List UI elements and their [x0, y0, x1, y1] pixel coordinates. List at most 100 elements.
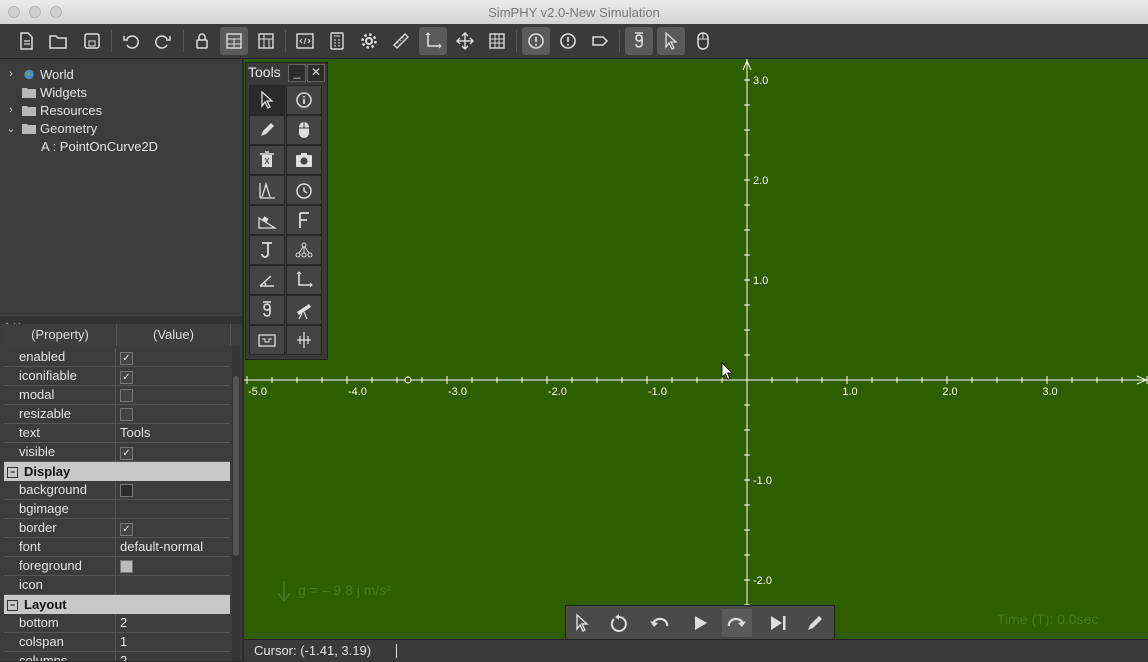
info-warning-icon[interactable]: [522, 27, 550, 55]
collapse-minus-icon[interactable]: −: [7, 600, 18, 612]
property-table: (Property) (Value) enabled ✓ iconifiable ✓…: [0, 324, 242, 661]
mouse-tool-icon[interactable]: [286, 115, 322, 145]
grid-layout-icon[interactable]: [220, 27, 248, 55]
ruler-icon[interactable]: [387, 27, 415, 55]
minimize-panel-button[interactable]: _: [288, 64, 306, 82]
redo-step-icon[interactable]: [722, 609, 752, 637]
camera-tool-icon[interactable]: [286, 145, 322, 175]
redo-icon[interactable]: [149, 27, 177, 55]
close-panel-button[interactable]: ✕: [307, 64, 325, 82]
text-value[interactable]: Tools: [117, 424, 230, 442]
tools-panel[interactable]: Tools _ ✕: [245, 62, 328, 360]
tree-item-resources[interactable]: › Resources: [4, 101, 102, 119]
settings-gear-icon[interactable]: [355, 27, 383, 55]
lever-tool-icon[interactable]: [286, 325, 322, 355]
tree-item-world[interactable]: › World: [4, 65, 74, 83]
save-icon[interactable]: [78, 27, 106, 55]
expand-arrow-icon[interactable]: ›: [4, 104, 18, 116]
visible-checkbox[interactable]: ✓: [120, 447, 133, 460]
simulation-canvas[interactable]: -5.0 -4.0 -3.0 -2.0 -1.0 1.0 2.0 3.0 3.0 2.0 1.0 -1…: [244, 59, 1148, 639]
pen-tool-icon[interactable]: [249, 115, 285, 145]
bgimage-value[interactable]: [117, 500, 230, 518]
spring-tool-icon[interactable]: [249, 235, 285, 265]
resizable-checkbox[interactable]: [120, 408, 133, 421]
enabled-checkbox[interactable]: ✓: [120, 352, 133, 365]
mouse-icon[interactable]: [689, 27, 717, 55]
wave-tool-icon[interactable]: [249, 175, 285, 205]
prop-row-colspan[interactable]: colspan 1: [4, 633, 230, 652]
circuit-tool-icon[interactable]: [249, 325, 285, 355]
warning-icon[interactable]: [554, 27, 582, 55]
collapse-arrow-icon[interactable]: ⌄: [4, 122, 18, 135]
edit-icon[interactable]: [800, 609, 830, 637]
tree-item-point-on-curve[interactable]: A : PointOnCurve2D: [41, 137, 158, 155]
columns-value[interactable]: 2: [117, 652, 230, 661]
prop-row-visible[interactable]: visible ✓: [4, 443, 230, 462]
prop-row-bottom[interactable]: bottom 2: [4, 614, 230, 633]
lock-icon[interactable]: [188, 27, 216, 55]
prop-row-foreground[interactable]: foreground: [4, 557, 230, 576]
icon-value[interactable]: [117, 576, 230, 594]
prop-row-bgimage[interactable]: bgimage: [4, 500, 230, 519]
collapse-minus-icon[interactable]: −: [7, 467, 18, 479]
table-layout-icon[interactable]: [252, 27, 280, 55]
prop-row-border[interactable]: border ✓: [4, 519, 230, 538]
reset-icon[interactable]: [604, 609, 634, 637]
telescope-tool-icon[interactable]: [286, 295, 322, 325]
calculator-icon[interactable]: [323, 27, 351, 55]
prop-row-iconifiable[interactable]: iconifiable ✓: [4, 367, 230, 386]
joints-tool-icon[interactable]: [286, 235, 322, 265]
prop-row-resizable[interactable]: resizable: [4, 405, 230, 424]
undo-icon[interactable]: [117, 27, 145, 55]
incline-tool-icon[interactable]: [249, 205, 285, 235]
gravity-tool-icon[interactable]: [249, 295, 285, 325]
force-tool-icon[interactable]: [286, 205, 322, 235]
prop-row-columns[interactable]: columns 2: [4, 652, 230, 661]
tree-item-geometry[interactable]: ⌄ Geometry: [4, 119, 97, 137]
prop-group-layout[interactable]: − Layout: [4, 595, 230, 614]
play-icon[interactable]: [685, 609, 715, 637]
prop-name: modal: [4, 386, 116, 404]
prop-row-icon[interactable]: icon: [4, 576, 230, 595]
angle-tool-icon[interactable]: [249, 265, 285, 295]
delete-tool-icon[interactable]: [249, 145, 285, 175]
x-tick-label: 1.0: [842, 386, 857, 398]
modal-checkbox[interactable]: [120, 389, 133, 402]
info-tool-icon[interactable]: [286, 85, 322, 115]
prop-row-modal[interactable]: modal: [4, 386, 230, 405]
property-column-header[interactable]: (Property): [4, 324, 117, 346]
tree-item-widgets[interactable]: Widgets: [18, 83, 87, 101]
move-icon[interactable]: [451, 27, 479, 55]
property-scrollbar[interactable]: [232, 346, 240, 661]
expand-arrow-icon[interactable]: ›: [4, 68, 18, 80]
axes-tool-icon[interactable]: [286, 265, 322, 295]
prop-row-background[interactable]: background: [4, 481, 230, 500]
value-column-header[interactable]: (Value): [117, 324, 231, 346]
tag-icon[interactable]: [586, 27, 614, 55]
background-color-swatch[interactable]: [120, 484, 133, 497]
colspan-value[interactable]: 1: [117, 633, 230, 651]
gravity-icon[interactable]: [625, 27, 653, 55]
open-folder-icon[interactable]: [44, 27, 72, 55]
foreground-color-swatch[interactable]: [120, 560, 133, 573]
prop-group-display[interactable]: − Display: [4, 462, 230, 481]
step-end-icon[interactable]: [763, 609, 793, 637]
prop-name: font: [4, 538, 116, 556]
select-tool-icon[interactable]: [249, 85, 285, 115]
prop-row-text[interactable]: text Tools: [4, 424, 230, 443]
new-file-icon[interactable]: [12, 27, 40, 55]
font-value[interactable]: default-normal: [117, 538, 230, 556]
undo-step-icon[interactable]: [644, 609, 674, 637]
iconifiable-checkbox[interactable]: ✓: [120, 371, 133, 384]
scrollbar-thumb[interactable]: [233, 376, 239, 556]
axes-icon[interactable]: [419, 27, 447, 55]
prop-row-font[interactable]: font default-normal: [4, 538, 230, 557]
pointer-icon[interactable]: [657, 27, 685, 55]
select-control-icon[interactable]: [567, 609, 597, 637]
grid-icon[interactable]: [483, 27, 511, 55]
code-editor-icon[interactable]: [291, 27, 319, 55]
bottom-value[interactable]: 2: [117, 614, 230, 632]
border-checkbox[interactable]: ✓: [120, 523, 133, 536]
prop-row-enabled[interactable]: enabled ✓: [4, 348, 230, 367]
clock-tool-icon[interactable]: [286, 175, 322, 205]
